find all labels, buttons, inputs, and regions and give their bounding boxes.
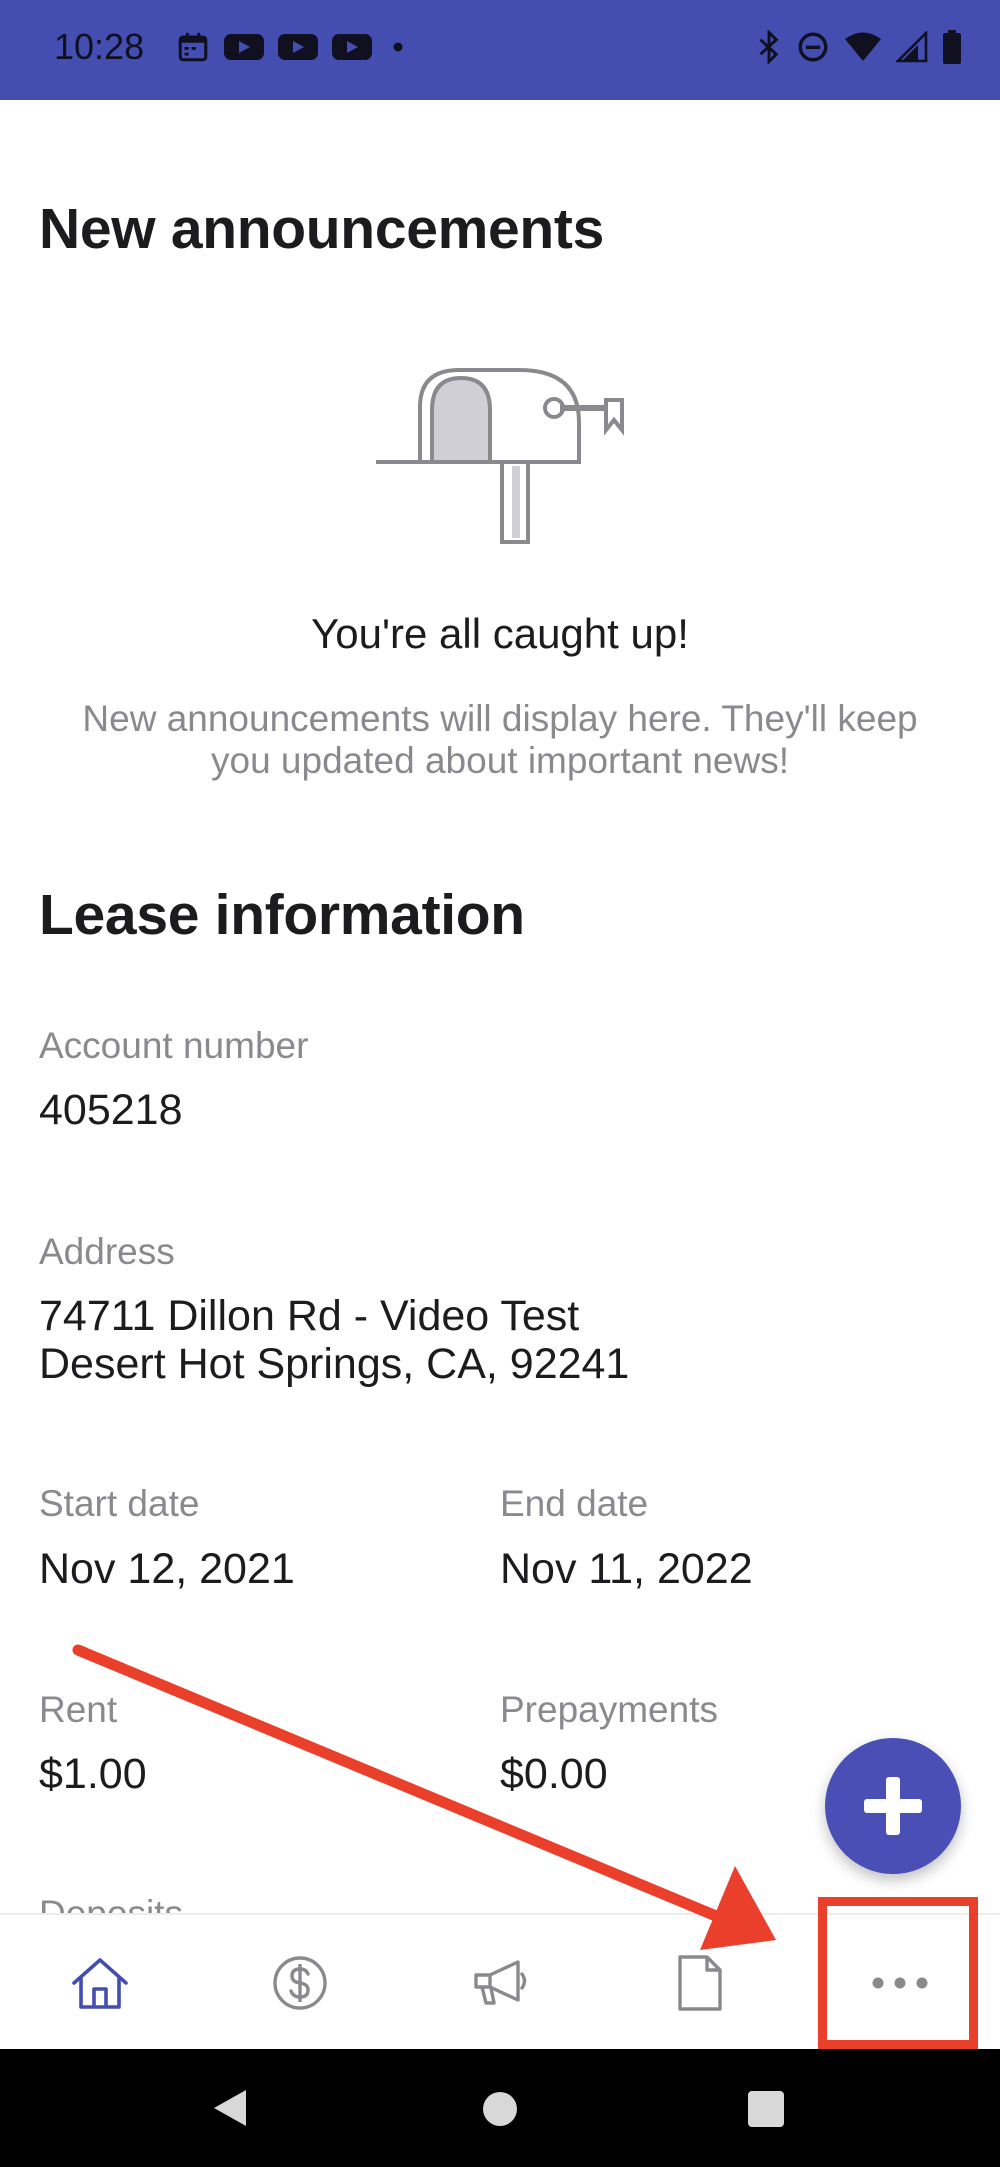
annotation-box — [818, 1897, 978, 2049]
annotation-arrow — [72, 1644, 776, 1950]
